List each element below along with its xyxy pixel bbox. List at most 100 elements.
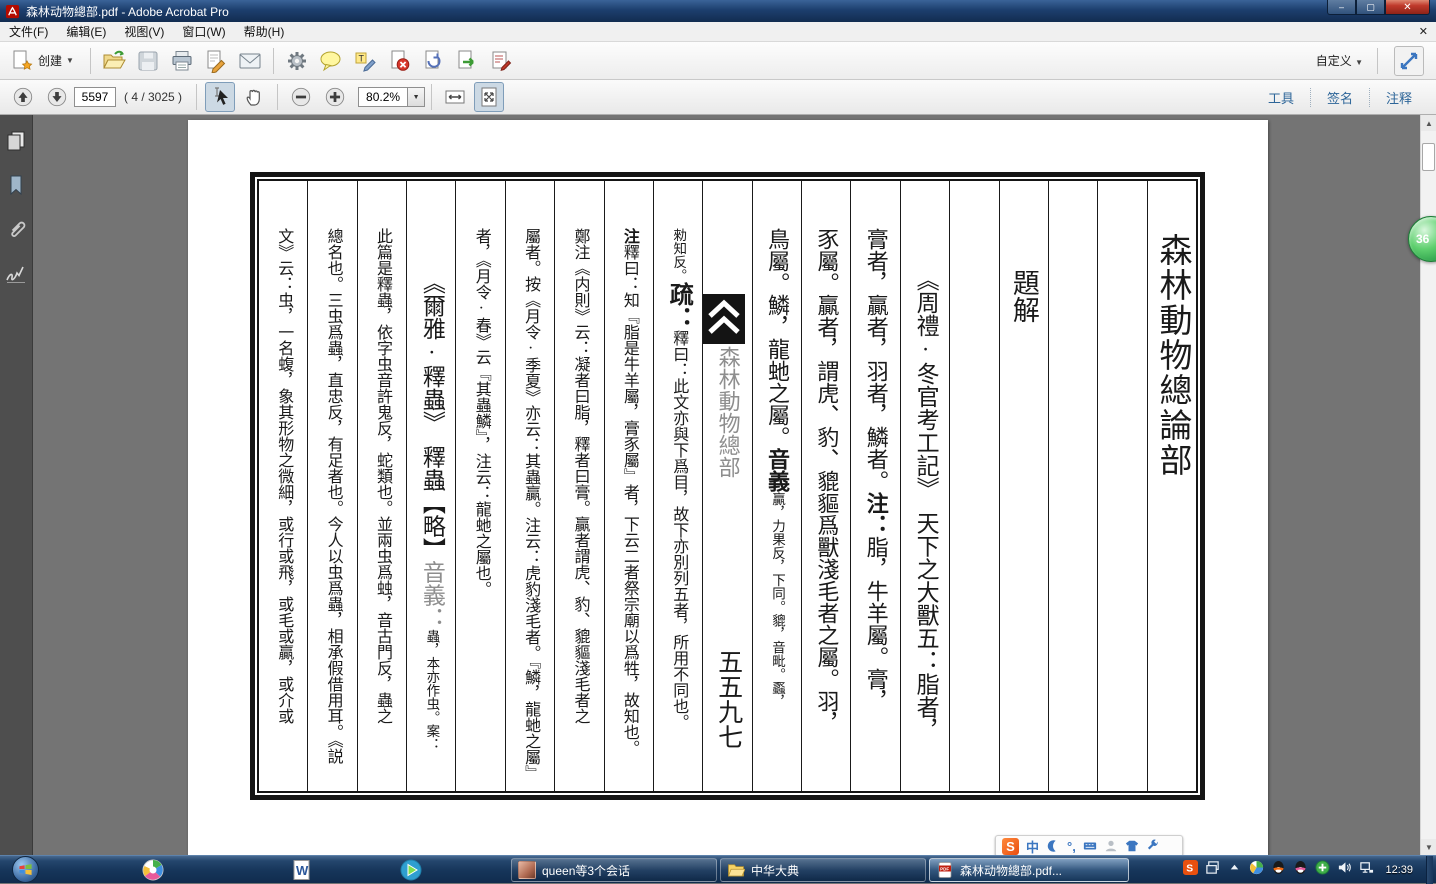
create-button[interactable]: 创建 ▼ [2,46,82,76]
zoom-control: ▼ [358,87,425,107]
taskbar-button-1[interactable]: queen等3个会话 [511,858,717,882]
zoom-out-button[interactable] [286,82,316,112]
windows-logo-icon [18,862,33,877]
previous-page-button[interactable] [8,82,38,112]
zoom-dropdown-button[interactable]: ▼ [408,87,425,107]
zoom-in-button[interactable] [320,82,350,112]
column-text: 蟲，本亦作虫。案： [424,630,439,752]
bookmarks-icon[interactable] [4,173,28,197]
sogou-logo-icon[interactable]: S [1002,838,1019,855]
print-button[interactable] [167,46,197,76]
ocr-page-button[interactable] [418,46,448,76]
close-button[interactable]: ✕ [1385,0,1430,15]
next-page-button[interactable] [42,82,72,112]
comment-bubble-button[interactable] [316,46,346,76]
menu-item-2[interactable]: 编辑(E) [57,22,115,41]
panel-tab-3[interactable]: 注释 [1369,88,1428,107]
accelerator-value: 36 [1416,232,1429,246]
signatures-icon[interactable] [4,261,28,285]
close-document-icon[interactable]: ✕ [1419,25,1428,38]
show-desktop-button[interactable] [1426,856,1433,884]
menu-item-5[interactable]: 帮助(H) [235,22,294,41]
edit-form-button[interactable] [486,46,516,76]
start-button[interactable] [12,856,39,883]
hand-tool-button[interactable] [239,82,269,112]
toolbar-separator [277,84,278,110]
customize-label: 自定义 [1316,54,1352,68]
soft-keyboard-icon[interactable] [1083,839,1097,853]
expand-panes-button[interactable] [1394,46,1424,76]
navigation-pane [0,115,33,855]
scroll-up-arrow[interactable]: ▲ [1421,115,1436,131]
menu-item-1[interactable]: 文件(F) [0,22,57,41]
column-text: 文》云：虫，一名蝮，象其形物之微細，或行或飛，或毛或贏，或介或 [275,228,292,724]
punctuation-icon[interactable]: °, [1067,839,1076,854]
chinese-mode-icon[interactable]: 中 [1026,837,1039,856]
sign-document-button[interactable] [201,46,231,76]
volume-icon[interactable] [1337,860,1352,880]
column-text: 膏者，贏者，羽者，鱗者。 [864,228,889,492]
fit-width-button[interactable] [440,82,470,112]
section-marker-chevron-icon [706,294,748,344]
text-column-3 [1048,181,1097,791]
email-button[interactable] [235,46,265,76]
sogou-tray-icon[interactable]: S [1183,860,1198,880]
column-text: 釋曰：此文亦與下爲目，故下亦別列五者，所用不同也。 [670,330,687,730]
chevron-down-icon: ▼ [1355,58,1363,67]
page-number-input[interactable] [74,87,116,107]
text-column-2 [1097,181,1146,791]
open-file-button[interactable] [99,46,129,76]
zoom-level-input[interactable] [358,87,408,107]
highlight-text-button[interactable]: T [350,46,380,76]
main-toolbar: 创建 ▼ T 自定义 ▼ [0,42,1436,80]
diagonal-arrows-icon [1397,49,1421,73]
save-file-button[interactable] [133,46,163,76]
account-icon[interactable] [1104,839,1118,853]
hidden-icons-arrow-icon[interactable] [1227,860,1242,880]
text-column-13: 鄭注《内則》云：凝者曰脂，釋者曰膏。贏者謂虎、豹、貔貙淺毛者之 [554,181,603,791]
column-text: 題解 [1009,269,1039,323]
taskbar-button-3[interactable]: PDF森林动物總部.pdf... [929,858,1129,882]
taskbar-button-2[interactable]: 中华大典 [720,858,926,882]
fit-page-button[interactable] [474,82,504,112]
taskbar-button-label: queen等3个会话 [542,862,630,879]
attachments-icon[interactable] [4,217,28,241]
browser-360-icon[interactable] [1249,860,1264,880]
column-text: 森林動物總論部 [1154,233,1190,478]
page-thumbnails-icon[interactable] [4,129,28,153]
window-tray-icon[interactable] [1205,860,1220,880]
swirl-app-icon[interactable] [142,859,164,881]
menu-item-4[interactable]: 窗口(W) [173,22,234,41]
panel-tab-1[interactable]: 工具 [1252,88,1310,107]
halfwidth-moon-icon[interactable] [1046,839,1060,853]
folio-page-number: 五五九七 [703,649,751,749]
create-label: 创建 [38,52,62,69]
page-count-label: ( 4 / 3025 ) [124,90,182,104]
column-text: 贏，力果反，下同。貔，音毗。蟸， [770,492,785,708]
menu-bar: 文件(F)编辑(E)视图(V)窗口(W)帮助(H) ✕ [0,22,1436,42]
text-column-10: 森林動物總部五五九七 [702,181,751,791]
settings-gear-button[interactable] [282,46,312,76]
taskbar-clock[interactable]: 12:39 [1385,864,1413,876]
qq-pink-icon[interactable] [1293,860,1308,880]
qq-orange-icon[interactable] [1271,860,1286,880]
scrollbar-thumb[interactable] [1422,143,1435,171]
network-icon[interactable] [1359,860,1374,880]
document-pane[interactable]: 森林動物總論部題解《周禮·冬官考工記》 天下之大獸五：脂者，膏者，贏者，羽者，鱗… [34,115,1420,855]
select-tool-button[interactable] [205,82,235,112]
settings-wrench-icon[interactable] [1146,839,1160,853]
scroll-down-arrow[interactable]: ▼ [1421,839,1436,855]
delete-page-button[interactable] [384,46,414,76]
navigation-toolbar: ( 4 / 3025 ) ▼ 工具签名注释 [0,80,1436,115]
panel-tab-2[interactable]: 签名 [1310,88,1369,107]
skin-icon[interactable] [1125,839,1139,853]
video-player-icon[interactable] [400,859,422,881]
safety-360-icon[interactable] [1315,860,1330,880]
maximize-button[interactable]: ▢ [1356,0,1385,15]
customize-button[interactable]: 自定义 ▼ [1316,52,1363,69]
title-bar: 森林动物總部.pdf - Adobe Acrobat Pro – ▢ ✕ [0,0,1436,22]
menu-item-3[interactable]: 视图(V) [115,22,173,41]
word-app-icon[interactable]: W [290,859,312,881]
minimize-button[interactable]: – [1327,0,1356,15]
export-page-button[interactable] [452,46,482,76]
